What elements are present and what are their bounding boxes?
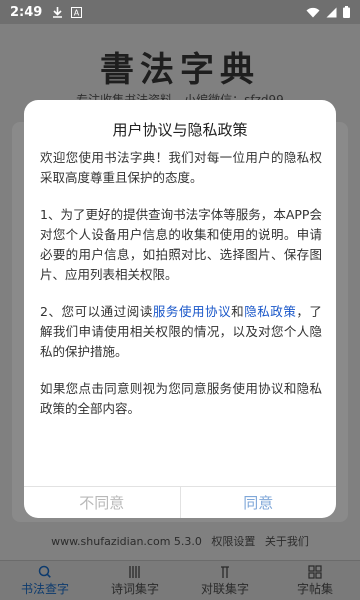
columns-icon [129, 565, 140, 578]
nav-label: 对联集字 [200, 581, 249, 596]
nav-item-shufa-chazi[interactable]: 书法查字 [0, 561, 90, 600]
signal-icon [326, 7, 337, 17]
status-time: 2:49 [10, 4, 43, 20]
footer-url-version: www.shufazidian.com 5.3.0 [51, 535, 202, 548]
svg-text:A: A [74, 8, 80, 17]
permission-settings-link[interactable]: 权限设置 [211, 535, 255, 548]
agree-button[interactable]: 同意 [181, 487, 337, 518]
wifi-icon [306, 7, 320, 17]
couplet-icon [221, 565, 229, 578]
a-badge-icon: A [71, 6, 83, 18]
dialog-paragraph-welcome: 欢迎您使用书法字典！我们对每一位用户的隐私权采取高度尊重且保护的态度。 [40, 150, 322, 185]
nav-item-duilian-jizi[interactable]: 对联集字 [180, 561, 270, 600]
dialog-paragraph-agreements: 2、您可以通过阅读服务使用协议和隐私政策，了解我们申请使用相关权限的情况，以及对… [40, 302, 322, 362]
status-bar: 2:49 A [0, 0, 360, 24]
para3-prefix: 2、您可以通过阅读 [40, 304, 153, 319]
service-agreement-link[interactable]: 服务使用协议 [153, 304, 231, 319]
privacy-policy-link[interactable]: 隐私政策 [244, 304, 296, 319]
para3-and: 和 [231, 304, 245, 319]
app-logo-title: 書法字典 [100, 50, 260, 90]
status-icons-right [306, 6, 350, 18]
status-icons-left: A [52, 6, 83, 18]
search-icon [38, 565, 51, 578]
dialog-paragraph-consent: 如果您点击同意则视为您同意服务使用协议和隐私政策的全部内容。 [40, 381, 322, 416]
app-footer: www.shufazidian.com 5.3.0 权限设置 关于我们 [0, 533, 360, 549]
dialog-title: 用户协议与隐私政策 [112, 121, 248, 139]
dialog-body: 欢迎您使用书法字典！我们对每一位用户的隐私权采取高度尊重且保护的态度。 1、为了… [40, 148, 322, 436]
nav-item-zitie-ji[interactable]: 字帖集 [270, 561, 360, 600]
dialog-button-row: 不同意 同意 [24, 486, 336, 518]
dialog-paragraph-permissions: 1、为了更好的提供查询书法字体等服务，本APP会对您个人设备用户信息的收集和使用… [40, 207, 322, 282]
nav-label: 字帖集 [296, 581, 333, 596]
battery-icon [343, 6, 350, 18]
privacy-dialog: 用户协议与隐私政策 欢迎您使用书法字典！我们对每一位用户的隐私权采取高度尊重且保… [24, 100, 336, 518]
about-us-link[interactable]: 关于我们 [265, 535, 309, 548]
grid-icon [308, 564, 322, 579]
nav-label: 诗词集字 [110, 581, 159, 596]
disagree-button[interactable]: 不同意 [24, 487, 181, 518]
download-icon [53, 7, 63, 18]
nav-item-shici-jizi[interactable]: 诗词集字 [90, 561, 180, 600]
bottom-nav: 书法查字 诗词集字 对联集字 字帖集 [0, 560, 360, 600]
nav-label: 书法查字 [20, 581, 69, 596]
